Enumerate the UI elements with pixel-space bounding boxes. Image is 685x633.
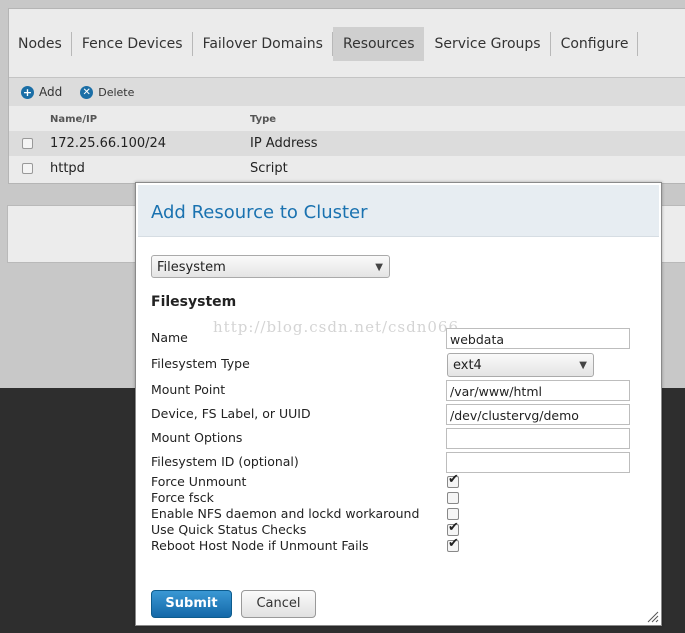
add-button[interactable]: + Add: [21, 85, 62, 99]
resource-name: 172.25.66.100/24: [50, 136, 167, 151]
section-title: Filesystem: [151, 294, 237, 310]
delete-label: Delete: [98, 85, 135, 99]
check-icon: ✔: [448, 536, 459, 551]
resource-type: Script: [250, 161, 288, 176]
add-resource-dialog: Add Resource to Cluster Filesystem ▼ Fil…: [135, 182, 662, 626]
force-fsck-checkbox[interactable]: [447, 492, 459, 504]
dialog-header: Add Resource to Cluster: [138, 185, 659, 237]
reboot-host-checkbox[interactable]: ✔: [447, 536, 459, 552]
tab-fence-devices[interactable]: Fence Devices: [72, 27, 193, 61]
tab-service-groups[interactable]: Service Groups: [424, 27, 551, 61]
watermark-text: http://blog.csdn.net/csdn066: [213, 318, 460, 336]
reboot-host-label: Reboot Host Node if Unmount Fails: [151, 538, 369, 553]
table-row[interactable]: httpd Script: [9, 156, 685, 181]
cancel-button[interactable]: Cancel: [241, 590, 316, 618]
column-header-type: Type: [250, 113, 277, 125]
mount-point-label: Mount Point: [151, 382, 226, 397]
dialog-title: Add Resource to Cluster: [151, 202, 368, 223]
fs-type-label: Filesystem Type: [151, 356, 250, 371]
plus-circle-icon: +: [21, 85, 34, 99]
force-unmount-checkbox[interactable]: ✔: [447, 472, 459, 488]
check-icon: ✔: [448, 472, 459, 487]
tab-resources[interactable]: Resources: [332, 27, 425, 61]
table-header: Name/IP Type: [9, 108, 685, 130]
tab-configure[interactable]: Configure: [551, 27, 639, 61]
resource-type-select[interactable]: Filesystem ▼: [151, 255, 390, 278]
device-field[interactable]: /dev/clustervg/demo: [446, 404, 630, 425]
fs-id-label: Filesystem ID (optional): [151, 454, 299, 469]
device-label: Device, FS Label, or UUID: [151, 406, 311, 421]
resize-grip-icon[interactable]: [647, 611, 659, 623]
check-icon: ✔: [448, 520, 459, 535]
quick-status-label: Use Quick Status Checks: [151, 522, 307, 537]
name-field[interactable]: webdata: [446, 328, 630, 349]
top-tabs: Nodes Fence Devices Failover Domains Res…: [8, 27, 639, 61]
name-label: Name: [151, 330, 188, 345]
resource-type-value: Filesystem: [157, 260, 226, 275]
row-checkbox[interactable]: [22, 163, 33, 174]
chevron-down-icon: ▼: [375, 262, 383, 273]
x-circle-icon: ✕: [80, 85, 94, 99]
nfs-workaround-label: Enable NFS daemon and lockd workaround: [151, 506, 420, 521]
fs-type-value: ext4: [453, 358, 482, 373]
table-row[interactable]: 172.25.66.100/24 IP Address: [9, 131, 685, 156]
tab-nodes[interactable]: Nodes: [8, 27, 72, 61]
resource-type: IP Address: [250, 136, 318, 151]
mount-point-field[interactable]: /var/www/html: [446, 380, 630, 401]
mount-options-label: Mount Options: [151, 430, 243, 445]
fs-id-field[interactable]: [446, 452, 630, 473]
nfs-workaround-checkbox[interactable]: [447, 508, 459, 520]
tab-failover-domains[interactable]: Failover Domains: [193, 27, 334, 61]
force-fsck-label: Force fsck: [151, 490, 214, 505]
resources-toolbar: + Add ✕ Delete: [9, 77, 685, 106]
fs-type-select[interactable]: ext4 ▼: [447, 353, 594, 377]
delete-button[interactable]: ✕ Delete: [80, 85, 135, 99]
chevron-down-icon: ▼: [579, 360, 587, 371]
submit-button[interactable]: Submit: [151, 590, 232, 618]
resource-name: httpd: [50, 161, 85, 176]
row-checkbox[interactable]: [22, 138, 33, 149]
quick-status-checkbox[interactable]: ✔: [447, 520, 459, 536]
column-header-name: Name/IP: [50, 113, 98, 125]
mount-options-field[interactable]: [446, 428, 630, 449]
force-unmount-label: Force Unmount: [151, 474, 247, 489]
add-label: Add: [39, 85, 63, 99]
